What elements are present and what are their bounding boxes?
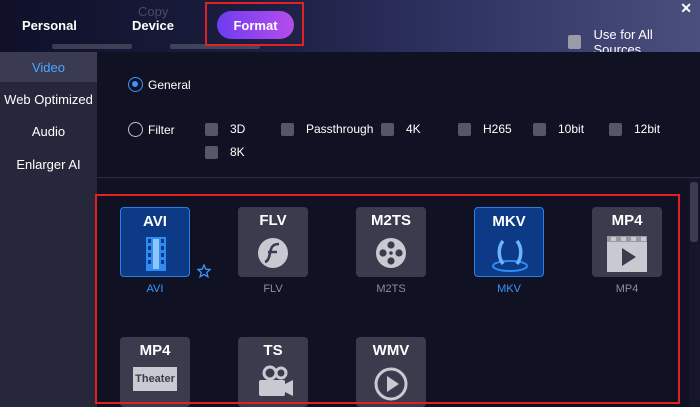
format-tile-wmv[interactable]: WMV	[356, 337, 426, 407]
filter-label-passthrough: Passthrough	[306, 122, 374, 136]
format-tile-title: FLV	[259, 212, 287, 229]
play-circle-icon	[374, 367, 408, 401]
format-caption-avi: AVI	[146, 283, 164, 295]
format-tile-ts[interactable]: TS	[238, 337, 308, 407]
filter-label-4k: 4K	[406, 122, 421, 136]
format-caption-m2ts: M2TS	[376, 283, 406, 295]
filter-label-8k: 8K	[230, 145, 245, 159]
film-strip-icon	[146, 237, 166, 271]
checkbox-box[interactable]	[458, 122, 471, 136]
general-radio[interactable]: General	[128, 77, 191, 92]
format-caption-flv: FLV	[263, 283, 283, 295]
format-tile-title: WMV	[372, 342, 410, 359]
checkbox-box[interactable]	[568, 35, 582, 49]
format-tile-mp4[interactable]: MP4	[592, 207, 662, 277]
theater-icon: Theater	[133, 367, 177, 391]
filter-label-h265: H265	[483, 122, 512, 136]
video-play-icon	[607, 236, 647, 272]
format-tile-title: M2TS	[370, 212, 411, 229]
filter-label-12bit: 12bit	[634, 122, 661, 136]
filter-checkbox-10bit[interactable]: 10bit	[533, 122, 584, 136]
top-bar: Copy Personal Device Format ✕ Use for Al…	[0, 0, 700, 52]
scrollbar-thumb[interactable]	[690, 182, 698, 242]
filter-checkbox-passthrough[interactable]: Passthrough	[281, 122, 373, 136]
checkbox-box[interactable]	[281, 122, 294, 136]
matroska-icon	[492, 239, 528, 272]
filter-checkbox-8k[interactable]: 8K	[205, 145, 245, 159]
format-tile-mkv[interactable]: MKV	[474, 207, 544, 277]
flash-icon	[258, 238, 288, 268]
format-tile-avi[interactable]: AVI	[120, 207, 190, 277]
filter-checkbox-h265[interactable]: H265	[458, 122, 512, 136]
format-tile-title: MP4	[611, 212, 643, 229]
filter-checkbox-4k[interactable]: 4K	[381, 122, 421, 136]
section-divider	[97, 177, 700, 178]
radio-button[interactable]	[128, 122, 143, 137]
sidebar-item-enlarger-ai[interactable]: Enlarger AI	[0, 149, 97, 179]
filter-checkbox-3d[interactable]: 3D	[205, 122, 245, 136]
background-text: Copy	[138, 4, 169, 19]
format-caption-mkv: MKV	[497, 283, 521, 295]
sidebar-item-audio[interactable]: Audio	[0, 116, 97, 146]
format-tile-m2ts[interactable]: M2TS	[356, 207, 426, 277]
close-icon[interactable]: ✕	[680, 0, 692, 17]
checkbox-box[interactable]	[205, 145, 218, 159]
filter-label-3d: 3D	[230, 122, 246, 136]
video-camera-icon	[259, 365, 293, 396]
category-sidebar: Video Web Optimized Audio Enlarger AI	[0, 52, 97, 407]
filter-label-10bit: 10bit	[558, 122, 585, 136]
checkbox-box[interactable]	[381, 122, 394, 136]
use-for-all-sources-label: Use for All Sources	[593, 27, 653, 52]
checkbox-box[interactable]	[205, 122, 218, 136]
filter-checkbox-12bit[interactable]: 12bit	[609, 122, 660, 136]
format-tile-title: MP4	[139, 342, 171, 359]
format-caption-mp4: MP4	[615, 283, 639, 295]
sidebar-item-video[interactable]: Video	[0, 52, 97, 82]
format-tile-flv[interactable]: FLV	[238, 207, 308, 277]
format-tile-title: TS	[263, 342, 283, 359]
checkbox-box[interactable]	[609, 122, 622, 136]
sidebar-item-web-optimized[interactable]: Web Optimized	[0, 84, 97, 114]
checkbox-box[interactable]	[533, 122, 546, 136]
favorite-star-icon[interactable]	[197, 264, 211, 278]
radio-button[interactable]	[128, 77, 143, 92]
use-for-all-sources-checkbox[interactable]: Use for All Sources	[568, 27, 700, 52]
tab-device[interactable]: Device	[132, 18, 174, 33]
format-tile-title: AVI	[143, 213, 167, 230]
filter-label: Filter	[148, 122, 175, 137]
background-line	[52, 44, 132, 49]
general-label: General	[148, 77, 191, 92]
filter-radio[interactable]: Filter	[128, 122, 175, 137]
film-reel-icon	[376, 238, 406, 268]
tab-format[interactable]: Format	[217, 11, 294, 39]
tab-personal[interactable]: Personal	[22, 18, 77, 33]
format-tile-mp4-theater[interactable]: MP4 Theater	[120, 337, 190, 407]
format-tile-title: MKV	[492, 213, 526, 230]
